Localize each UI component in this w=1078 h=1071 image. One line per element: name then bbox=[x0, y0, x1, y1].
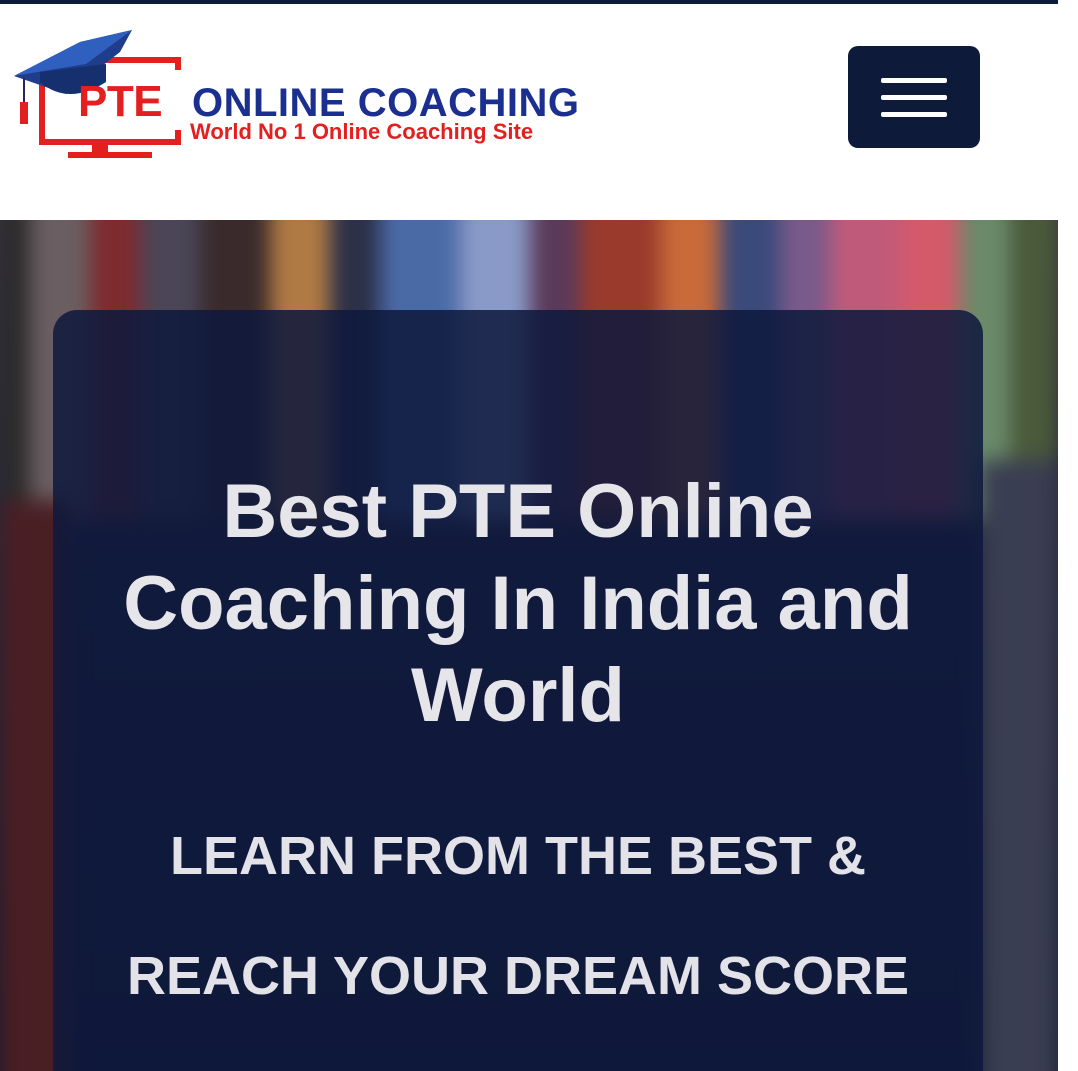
hero-subtitle-line-1: LEARN FROM THE BEST & bbox=[170, 826, 866, 886]
hero-subtitle-line-2: REACH YOUR DREAM SCORE bbox=[126, 946, 910, 1006]
logo-brand-blue: ONLINE COACHING bbox=[192, 81, 580, 125]
site-header: PTE ONLINE COACHING World No 1 Online Co… bbox=[0, 4, 1058, 220]
hamburger-menu-icon bbox=[881, 78, 947, 83]
hero-section: Best PTE Online Coaching In India and Wo… bbox=[0, 220, 1058, 1071]
hero-card: Best PTE Online Coaching In India and Wo… bbox=[53, 310, 983, 1071]
hamburger-menu-icon-bar-2 bbox=[881, 95, 947, 100]
hamburger-menu-icon-bar-3 bbox=[881, 112, 947, 117]
logo-brand-red: PTE bbox=[78, 77, 163, 126]
menu-button[interactable] bbox=[848, 46, 980, 148]
logo-tagline: World No 1 Online Coaching Site bbox=[190, 119, 534, 144]
right-gutter bbox=[1058, 0, 1078, 1071]
hero-title: Best PTE Online Coaching In India and Wo… bbox=[123, 469, 913, 738]
site-logo[interactable]: PTE ONLINE COACHING World No 1 Online Co… bbox=[10, 24, 690, 164]
